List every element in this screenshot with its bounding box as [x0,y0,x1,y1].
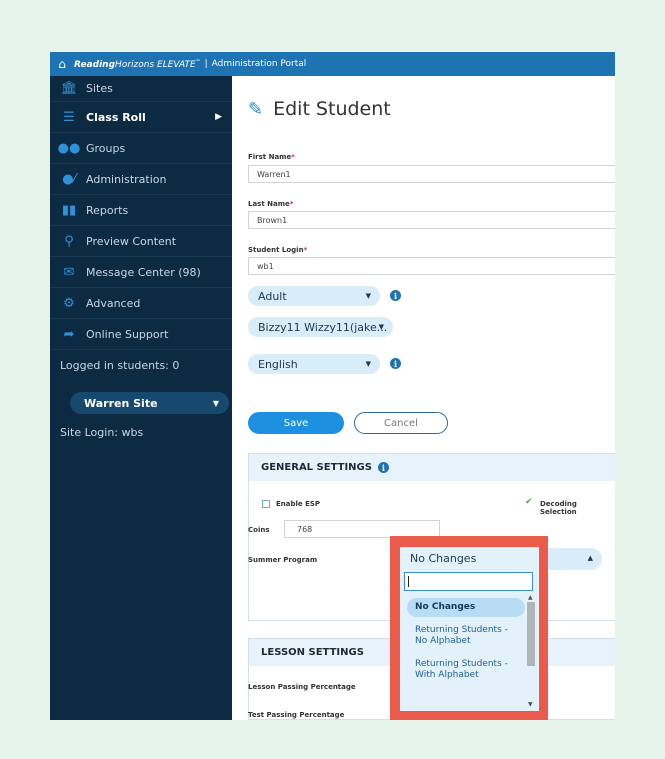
sidebar-item-label: Online Support [86,327,169,341]
last-name-field[interactable]: Brown1 [248,211,615,229]
enable-esp-checkbox[interactable] [262,500,270,508]
coins-label: Coins [248,526,270,534]
first-name-field[interactable]: Warren1 [248,165,615,183]
sidebar-item-label: Administration [86,172,167,186]
scroll-up-icon[interactable]: ▲ [528,594,533,601]
scrollbar-thumb[interactable] [527,602,535,666]
brand-logo: ReadingHorizons ELEVATE™ [74,58,201,70]
sidebar-item-label: Sites [86,82,113,95]
caret-down-icon: ▼ [212,398,219,408]
sidebar-item-sites[interactable]: 🏛︎ Sites [50,76,232,102]
last-name-label: Last Name* [248,200,294,208]
summer-program-label: Summer Program [248,556,318,564]
sidebar: 🏛︎ Sites ☰ Class Roll ▶ ●● Groups ●⁄ Adm… [50,76,232,720]
caret-up-icon: ▲ [587,554,593,562]
message-icon: ✉ [63,264,75,280]
sidebar-item-label: Advanced [86,296,141,310]
sidebar-item-online-support[interactable]: ➦ Online Support [50,319,232,350]
home-icon[interactable]: ⌂ [50,57,74,71]
separator: | [204,59,208,69]
sidebar-item-advanced[interactable]: ⚙ Advanced [50,288,232,319]
site-login: Site Login: wbs [60,426,144,439]
dropdown-current-value[interactable]: No Changes [410,552,476,565]
sidebar-item-class-roll[interactable]: ☰ Class Roll ▶ [50,102,232,133]
text-cursor [408,576,409,587]
sidebar-item-message-center[interactable]: ✉ Message Center (98) [50,257,232,288]
edit-icon: ✎ [248,98,264,120]
sidebar-item-administration[interactable]: ●⁄ Administration [50,164,232,195]
first-name-label: First Name* [248,153,295,161]
sidebar-item-preview-content[interactable]: ⚲ Preview Content [50,226,232,257]
cancel-button[interactable]: Cancel [354,412,448,434]
groups-icon: ●● [57,140,81,156]
share-icon: ➦ [63,326,75,342]
page-title: ✎ Edit Student [248,98,391,120]
list-icon: ☰ [63,109,75,125]
sidebar-item-groups[interactable]: ●● Groups [50,133,232,164]
portal-title: Administration Portal [211,59,307,69]
search-icon: ⚲ [64,233,74,249]
top-bar: ⌂ ReadingHorizons ELEVATE™ | Administrat… [50,52,615,76]
scroll-down-icon[interactable]: ▼ [528,701,533,708]
site-select[interactable]: Warren Site ▼ [70,392,229,414]
language-select[interactable]: English ▼ [248,354,380,374]
level-select[interactable]: Adult ▼ [248,286,380,306]
info-icon[interactable]: i [390,290,401,301]
test-pass-label: Test Passing Percentage [248,711,345,719]
site-select-label: Warren Site [84,396,158,410]
sidebar-item-label: Preview Content [86,234,177,248]
chart-icon: ▮▮ [61,202,77,218]
sidebar-item-reports[interactable]: ▮▮ Reports [50,195,232,226]
institution-icon: 🏛︎ [60,81,78,96]
info-icon[interactable]: i [390,358,401,369]
decoding-label: Decoding Selection [540,500,577,516]
decoding-checkbox[interactable]: ✔ [525,497,533,507]
caret-down-icon: ▼ [365,360,371,368]
dropdown-option[interactable]: Returning Students - No Alphabet [407,621,525,651]
enable-esp-label: Enable ESP [276,500,321,508]
sidebar-item-label: Class Roll [86,110,146,124]
chevron-right-icon: ▶ [215,112,222,122]
sidebar-item-label: Groups [86,141,126,155]
gear-icon: ⚙ [63,295,75,311]
lesson-pass-label: Lesson Passing Percentage [248,683,356,691]
caret-down-icon: ▼ [378,323,384,331]
teacher-select[interactable]: Bizzy11 Wizzy11(jake... ▼ [248,317,393,337]
dropdown-option[interactable]: No Changes [407,598,525,617]
dropdown-option[interactable]: Returning Students - With Alphabet [407,655,525,685]
dropdown-search-input[interactable] [404,572,533,591]
sidebar-item-label: Reports [86,203,129,217]
dropdown-options: No Changes Returning Students - No Alpha… [407,598,525,689]
student-login-field[interactable]: wb1 [248,257,615,275]
dropdown-scrollbar[interactable]: ▲ ▼ [526,594,536,708]
info-icon[interactable]: i [377,462,389,473]
logged-in-students: Logged in students: 0 [60,358,180,372]
admin-icon: ●⁄ [62,171,76,187]
sidebar-item-label: Message Center (98) [86,265,201,279]
caret-down-icon: ▼ [365,292,371,300]
student-login-label: Student Login* [248,246,308,254]
general-settings-heading: GENERAL SETTINGS i [249,454,615,481]
save-button[interactable]: Save [248,412,344,434]
